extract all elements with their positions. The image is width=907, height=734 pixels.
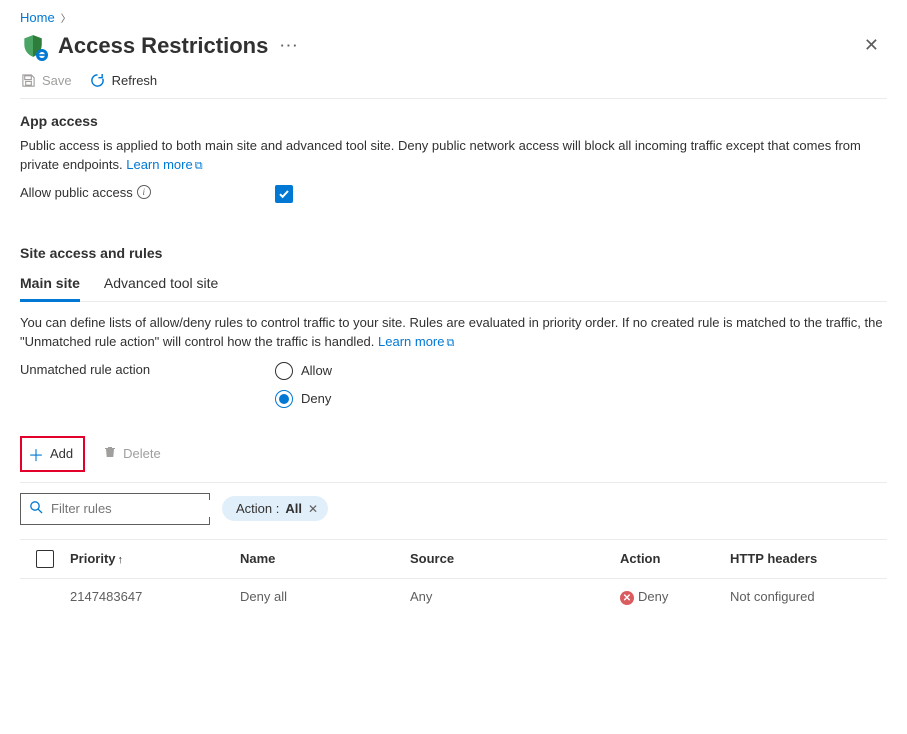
site-rules-description: You can define lists of allow/deny rules… (20, 314, 887, 352)
close-button[interactable]: ✕ (856, 31, 887, 60)
allow-public-access-label: Allow public access (20, 185, 133, 200)
radio-deny-label: Deny (301, 391, 331, 406)
radio-allow-label: Allow (301, 363, 332, 378)
refresh-label: Refresh (112, 73, 158, 88)
radio-deny[interactable]: Deny (275, 390, 887, 408)
more-menu-button[interactable]: ··· (280, 38, 299, 53)
cell-priority: 2147483647 (70, 589, 240, 604)
refresh-icon (90, 72, 106, 88)
delete-button[interactable]: Delete (103, 445, 161, 462)
col-header-source[interactable]: Source (410, 551, 620, 566)
unmatched-rule-label: Unmatched rule action (20, 362, 150, 377)
learn-more-link[interactable]: Learn more⧉ (126, 157, 202, 172)
cell-name: Deny all (240, 589, 410, 604)
radio-icon (275, 390, 293, 408)
chip-label: Action : (236, 501, 279, 516)
page-header: Access Restrictions ··· ✕ (20, 31, 887, 60)
breadcrumb: Home 〉 (20, 10, 887, 25)
app-access-heading: App access (20, 113, 887, 129)
col-header-action[interactable]: Action (620, 551, 730, 566)
deny-icon: ✕ (620, 591, 634, 605)
tab-main-site[interactable]: Main site (20, 269, 80, 302)
learn-more-link-2[interactable]: Learn more⧉ (378, 334, 454, 349)
save-label: Save (42, 73, 72, 88)
filter-chip-action[interactable]: Action : All ✕ (222, 496, 328, 521)
filter-input-wrapper[interactable] (20, 493, 210, 525)
trash-icon (103, 445, 117, 462)
external-link-icon: ⧉ (195, 160, 203, 172)
chip-value: All (285, 501, 302, 516)
info-icon[interactable]: i (137, 185, 151, 199)
col-header-http[interactable]: HTTP headers (730, 551, 887, 566)
search-icon (29, 500, 43, 517)
refresh-button[interactable]: Refresh (90, 72, 158, 88)
radio-allow[interactable]: Allow (275, 362, 887, 380)
tab-advanced-tool-site[interactable]: Advanced tool site (104, 269, 218, 301)
rule-action-bar: ＋ Add Delete (20, 436, 887, 472)
save-button[interactable]: Save (20, 72, 72, 88)
chevron-right-icon: 〉 (61, 10, 71, 25)
col-header-name[interactable]: Name (240, 551, 410, 566)
cell-http: Not configured (730, 589, 887, 604)
page-title: Access Restrictions (58, 33, 268, 59)
delete-label: Delete (123, 446, 161, 461)
allow-public-access-checkbox[interactable] (275, 185, 293, 203)
table-row[interactable]: 2147483647 Deny all Any ✕Deny Not config… (20, 579, 887, 616)
radio-icon (275, 362, 293, 380)
select-all-checkbox[interactable] (36, 550, 54, 568)
cell-action: ✕Deny (620, 589, 730, 606)
external-link-icon: ⧉ (447, 337, 455, 349)
table-header-row: Priority↑ Name Source Action HTTP header… (20, 540, 887, 579)
command-bar: Save Refresh (20, 72, 887, 99)
site-rules-heading: Site access and rules (20, 245, 887, 261)
shield-icon (20, 33, 46, 59)
sort-asc-icon: ↑ (118, 554, 124, 566)
filter-bar: Action : All ✕ (20, 482, 887, 525)
cell-source: Any (410, 589, 620, 604)
filter-input[interactable] (49, 500, 229, 517)
chip-remove-icon[interactable]: ✕ (308, 502, 318, 516)
plus-icon: ＋ (28, 442, 44, 466)
tabs: Main site Advanced tool site (20, 269, 887, 302)
save-icon (20, 72, 36, 88)
add-button[interactable]: ＋ Add (20, 436, 85, 472)
rules-table: Priority↑ Name Source Action HTTP header… (20, 539, 887, 616)
col-header-priority[interactable]: Priority↑ (70, 551, 240, 566)
add-label: Add (50, 446, 73, 461)
breadcrumb-home[interactable]: Home (20, 10, 55, 25)
app-access-description: Public access is applied to both main si… (20, 137, 887, 175)
